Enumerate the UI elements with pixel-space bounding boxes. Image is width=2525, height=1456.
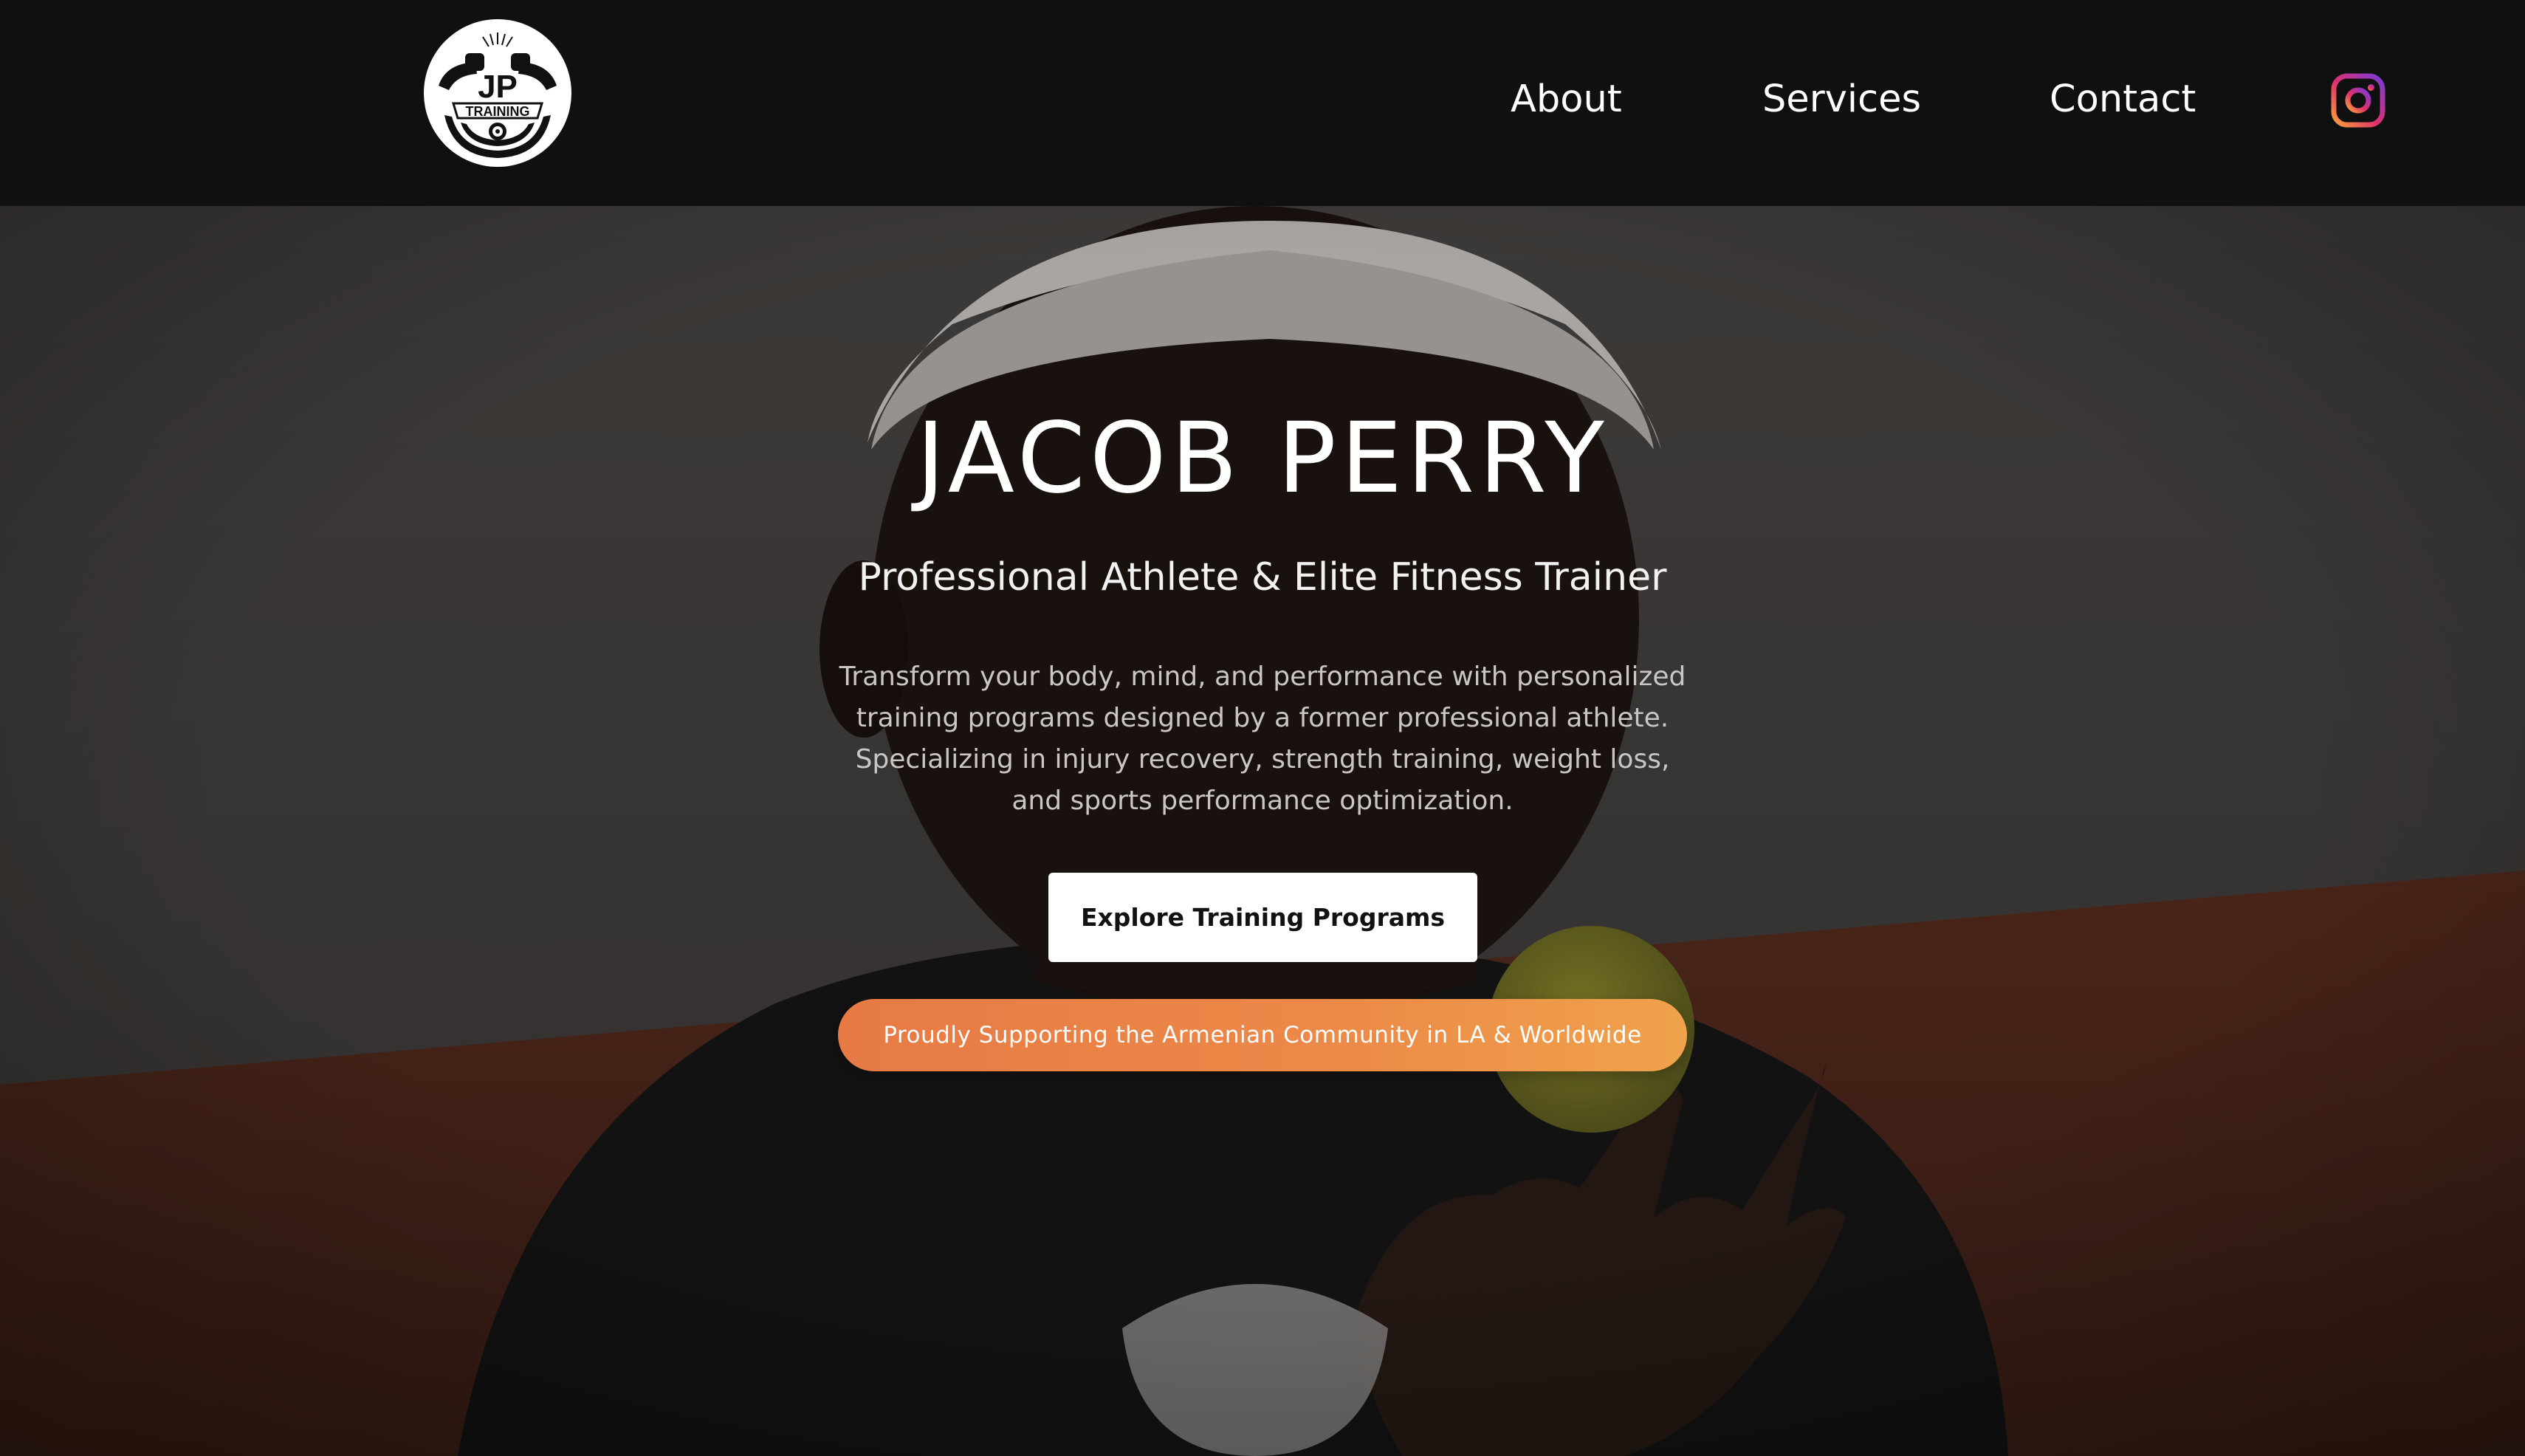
hero-section: JACOB PERRY Professional Athlete & Elite… — [0, 206, 2525, 1456]
jp-training-logo[interactable]: JP TRAINING — [424, 19, 571, 167]
nav-contact-link[interactable]: Contact — [2050, 74, 2196, 126]
hero-description: Transform your body, mind, and performan… — [839, 662, 1686, 816]
hero-dark-overlay — [0, 206, 2525, 1456]
nav-services-link[interactable]: Services — [1762, 74, 1921, 126]
svg-text:TRAINING: TRAINING — [466, 104, 530, 119]
site-header: JP TRAINING About Services Contact — [0, 0, 2525, 206]
nav-about-link[interactable]: About — [1511, 74, 1622, 126]
svg-text:JP: JP — [478, 69, 518, 105]
hero-subtitle: Professional Athlete & Elite Fitness Tra… — [858, 555, 1667, 600]
explore-training-programs-button[interactable]: Explore Training Programs — [1048, 873, 1477, 962]
hero-title: JACOB PERRY — [916, 402, 1609, 515]
community-support-badge: Proudly Supporting the Armenian Communit… — [838, 999, 1687, 1071]
instagram-icon[interactable] — [2331, 73, 2385, 128]
